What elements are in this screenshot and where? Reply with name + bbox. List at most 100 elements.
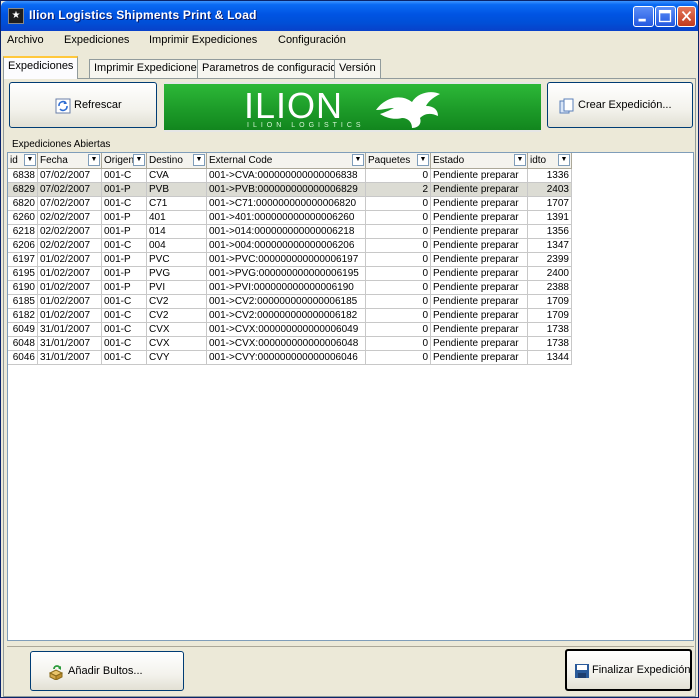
minimize-icon: [638, 18, 646, 22]
cell-estado: Pendiente preparar: [431, 281, 528, 295]
cell-fecha: 31/01/2007: [38, 351, 102, 365]
tab-parametros[interactable]: Parametros de configuracion: [197, 59, 348, 78]
table-row[interactable]: 6190 01/02/2007 001-P PVI 001->PVI:000000000…: [8, 281, 572, 295]
footer-divider: [7, 646, 694, 647]
column-header-destino[interactable]: Destino ▼: [147, 153, 207, 169]
table-row[interactable]: 6206 02/02/2007 001-C 004 001->004:000000000…: [8, 239, 572, 253]
cell-id: 6049: [8, 323, 38, 337]
cell-destino: CVX: [147, 337, 207, 351]
minimize-button[interactable]: [633, 6, 654, 27]
menu-expediciones[interactable]: Expediciones: [64, 34, 129, 46]
cell-fecha: 01/02/2007: [38, 281, 102, 295]
cell-paquetes: 0: [366, 323, 431, 337]
title-bar[interactable]: ★ Ilion Logistics Shipments Print & Load: [1, 1, 698, 31]
cell-idto: 1336: [528, 169, 572, 183]
cell-idto: 1709: [528, 295, 572, 309]
maximize-button[interactable]: [655, 6, 676, 27]
filter-dropdown-icon[interactable]: ▼: [558, 154, 570, 166]
cell-idto: 2388: [528, 281, 572, 295]
cell-estado: Pendiente preparar: [431, 309, 528, 323]
cell-code: 001->CVA:000000000000006838: [207, 169, 366, 183]
cell-destino: PVC: [147, 253, 207, 267]
filter-dropdown-icon[interactable]: ▼: [88, 154, 100, 166]
cell-origen: 001-C: [102, 169, 147, 183]
table-row[interactable]: 6185 01/02/2007 001-C CV2 001->CV2:000000000…: [8, 295, 572, 309]
table-row[interactable]: 6260 02/02/2007 001-P 401 001->401:000000000…: [8, 211, 572, 225]
cell-estado: Pendiente preparar: [431, 253, 528, 267]
cell-fecha: 01/02/2007: [38, 309, 102, 323]
cell-paquetes: 2: [366, 183, 431, 197]
cell-origen: 001-C: [102, 295, 147, 309]
column-header-estado[interactable]: Estado ▼: [431, 153, 528, 169]
maximize-icon: [658, 9, 672, 23]
tab-imprimir-expediciones[interactable]: Imprimir Expediciones: [89, 59, 208, 78]
cell-origen: 001-P: [102, 281, 147, 295]
menu-archivo[interactable]: Archivo: [7, 34, 44, 46]
table-row[interactable]: 6048 31/01/2007 001-C CVX 001->CVX:000000000…: [8, 337, 572, 351]
cell-code: 001->CVX:000000000000006048: [207, 337, 366, 351]
cell-idto: 1356: [528, 225, 572, 239]
cell-origen: 001-C: [102, 309, 147, 323]
cell-estado: Pendiente preparar: [431, 169, 528, 183]
filter-dropdown-icon[interactable]: ▼: [352, 154, 364, 166]
close-icon: [681, 10, 692, 22]
cell-paquetes: 0: [366, 253, 431, 267]
cell-estado: Pendiente preparar: [431, 267, 528, 281]
filter-dropdown-icon[interactable]: ▼: [514, 154, 526, 166]
finish-expedition-label: Finalizar Expedición: [592, 664, 691, 676]
table-row[interactable]: 6829 07/02/2007 001-P PVB 001->PVB:000000000…: [8, 183, 572, 197]
column-header-idto[interactable]: idto ▼: [528, 153, 572, 169]
column-header-fecha[interactable]: Fecha ▼: [38, 153, 102, 169]
menu-imprimir-expediciones[interactable]: Imprimir Expediciones: [149, 34, 257, 46]
table-row[interactable]: 6049 31/01/2007 001-C CVX 001->CVX:000000000…: [8, 323, 572, 337]
table-row[interactable]: 6182 01/02/2007 001-C CV2 001->CV2:000000000…: [8, 309, 572, 323]
table-row[interactable]: 6218 02/02/2007 001-P 014 001->014:000000000…: [8, 225, 572, 239]
table-row[interactable]: 6197 01/02/2007 001-P PVC 001->PVC:000000000…: [8, 253, 572, 267]
column-header-label: Destino: [149, 155, 183, 166]
group-label-open-expeditions: Expediciones Abiertas: [10, 139, 113, 150]
filter-dropdown-icon[interactable]: ▼: [193, 154, 205, 166]
cell-idto: 2400: [528, 267, 572, 281]
add-packages-label: Añadir Bultos...: [68, 665, 143, 677]
cell-code: 001->PVI:000000000000006190: [207, 281, 366, 295]
refresh-button[interactable]: Refrescar: [9, 82, 157, 128]
table-row[interactable]: 6838 07/02/2007 001-C CVA 001->CVA:000000000…: [8, 169, 572, 183]
cell-paquetes: 0: [366, 281, 431, 295]
column-header-origen[interactable]: Origen ▼: [102, 153, 147, 169]
finish-expedition-button[interactable]: Finalizar Expedición: [565, 649, 692, 691]
tab-expediciones[interactable]: Expediciones: [3, 56, 79, 79]
cell-code: 001->C71:000000000000006820: [207, 197, 366, 211]
app-icon[interactable]: ★: [8, 8, 24, 24]
column-header-code[interactable]: External Code ▼: [207, 153, 366, 169]
griffin-logo-icon: [376, 92, 440, 128]
cell-fecha: 01/02/2007: [38, 295, 102, 309]
menu-configuracion[interactable]: Configuración: [278, 34, 346, 46]
tab-version[interactable]: Versión: [334, 59, 381, 78]
app-window: ★ Ilion Logistics Shipments Print & Load…: [0, 0, 699, 698]
cell-paquetes: 0: [366, 225, 431, 239]
table-row[interactable]: 6046 31/01/2007 001-C CVY 001->CVY:000000000…: [8, 351, 572, 365]
cell-id: 6195: [8, 267, 38, 281]
cell-destino: CV2: [147, 295, 207, 309]
create-expedition-button[interactable]: Crear Expedición...: [547, 82, 693, 128]
filter-dropdown-icon[interactable]: ▼: [24, 154, 36, 166]
tab-strip: Expediciones Imprimir Expediciones Param…: [1, 53, 698, 79]
cell-estado: Pendiente preparar: [431, 183, 528, 197]
close-button[interactable]: [677, 6, 696, 27]
table-row[interactable]: 6195 01/02/2007 001-P PVG 001->PVG:000000000…: [8, 267, 572, 281]
cell-code: 001->004:000000000000006206: [207, 239, 366, 253]
cell-paquetes: 0: [366, 211, 431, 225]
column-header-paquetes[interactable]: Paquetes ▼: [366, 153, 431, 169]
filter-dropdown-icon[interactable]: ▼: [133, 154, 145, 166]
table-row[interactable]: 6820 07/02/2007 001-C C71 001->C71:000000000…: [8, 197, 572, 211]
column-header-id[interactable]: id ▼: [8, 153, 38, 169]
cell-idto: 1391: [528, 211, 572, 225]
cell-id: 6048: [8, 337, 38, 351]
add-packages-icon: [48, 665, 64, 680]
expeditions-grid[interactable]: id ▼ Fecha ▼ Origen ▼ Destino ▼ External Code ▼ Pa…: [7, 152, 694, 641]
cell-estado: Pendiente preparar: [431, 197, 528, 211]
filter-dropdown-icon[interactable]: ▼: [417, 154, 429, 166]
add-packages-button[interactable]: Añadir Bultos...: [30, 651, 184, 691]
grid-header: id ▼ Fecha ▼ Origen ▼ Destino ▼ External Code ▼ Pa…: [8, 153, 693, 169]
create-expedition-label: Crear Expedición...: [578, 99, 672, 111]
